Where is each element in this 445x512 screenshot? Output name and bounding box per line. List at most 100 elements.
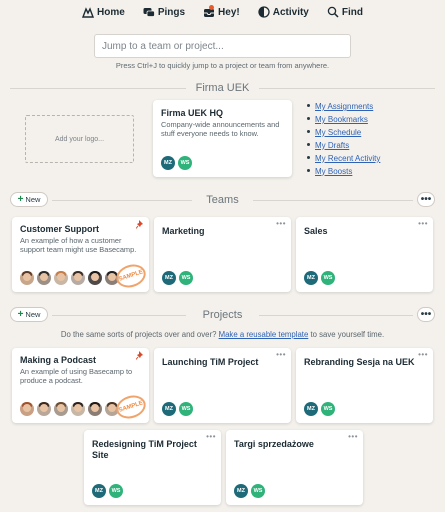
avatar[interactable]: WS bbox=[321, 402, 335, 416]
bullet bbox=[307, 143, 310, 147]
my-schedule-link[interactable]: My Schedule bbox=[315, 128, 361, 137]
card-menu-icon[interactable]: ••• bbox=[418, 219, 428, 228]
hq-title: Firma UEK HQ bbox=[161, 108, 224, 118]
card-avatars: MZ WS bbox=[304, 402, 335, 416]
pin-icon[interactable] bbox=[136, 220, 144, 229]
team-card-marketing[interactable]: ••• Marketing MZ WS bbox=[154, 217, 291, 292]
team-card-sales[interactable]: ••• Sales MZ WS bbox=[296, 217, 433, 292]
quick-link-item: My Assignments bbox=[307, 101, 380, 114]
search-icon bbox=[327, 6, 339, 18]
bullet bbox=[307, 168, 310, 172]
quick-link-item: My Schedule bbox=[307, 127, 380, 140]
jump-hint: Press Ctrl+J to quickly jump to a projec… bbox=[115, 61, 330, 70]
top-nav: Home Pings Hey! Activity Find bbox=[0, 4, 445, 20]
projects-more-button[interactable]: ••• bbox=[417, 307, 435, 322]
bullet bbox=[307, 130, 310, 134]
my-boosts-link[interactable]: My Boosts bbox=[315, 167, 352, 176]
card-avatars: MZ WS bbox=[234, 484, 265, 498]
card-title: Marketing bbox=[162, 226, 205, 236]
nav-home[interactable]: Home bbox=[82, 7, 125, 18]
nav-pings-label: Pings bbox=[157, 6, 186, 18]
team-card-customer-support[interactable]: Customer Support An example of how a cus… bbox=[12, 217, 149, 292]
avatar[interactable]: WS bbox=[179, 271, 193, 285]
hey-icon bbox=[203, 4, 215, 18]
avatar[interactable]: MZ bbox=[234, 484, 248, 498]
project-card-targi-sprzedazowe[interactable]: ••• Targi sprzedażowe MZ WS bbox=[226, 430, 363, 505]
hey-notification-dot bbox=[209, 4, 215, 10]
avatar[interactable]: WS bbox=[251, 484, 265, 498]
template-note: Do the same sorts of projects over and o… bbox=[0, 330, 445, 339]
avatar[interactable] bbox=[71, 402, 85, 416]
template-note-prefix: Do the same sorts of projects over and o… bbox=[60, 330, 217, 339]
card-title: Customer Support bbox=[20, 224, 100, 234]
avatar[interactable]: WS bbox=[178, 156, 192, 170]
more-icon: ••• bbox=[420, 193, 432, 205]
avatar[interactable]: WS bbox=[179, 402, 193, 416]
project-card-redesigning-tim-project-site[interactable]: ••• Redesigning TiM Project Site MZ WS bbox=[84, 430, 221, 505]
hq-avatars: MZ WS bbox=[161, 156, 192, 170]
avatar[interactable] bbox=[54, 271, 68, 285]
quick-link-item: My Drafts bbox=[307, 140, 380, 153]
card-avatars: MZ WS bbox=[162, 271, 193, 285]
card-title: Redesigning TiM Project Site bbox=[92, 439, 197, 460]
bullet bbox=[307, 156, 310, 160]
sample-stamp: SAMPLE bbox=[113, 391, 149, 423]
card-avatars: MZ WS bbox=[304, 271, 335, 285]
activity-icon bbox=[258, 6, 270, 18]
nav-activity-label: Activity bbox=[272, 6, 309, 18]
avatar[interactable] bbox=[20, 402, 34, 416]
my-assignments-link[interactable]: My Assignments bbox=[315, 102, 373, 111]
card-avatars bbox=[20, 402, 119, 416]
teams-more-button[interactable]: ••• bbox=[417, 192, 435, 207]
pin-icon[interactable] bbox=[136, 351, 144, 360]
card-menu-icon[interactable]: ••• bbox=[348, 432, 358, 441]
card-menu-icon[interactable]: ••• bbox=[276, 350, 286, 359]
avatar[interactable] bbox=[37, 271, 51, 285]
card-menu-icon[interactable]: ••• bbox=[206, 432, 216, 441]
add-logo-label: Add your logo... bbox=[54, 135, 105, 143]
my-drafts-link[interactable]: My Drafts bbox=[315, 141, 349, 150]
my-bookmarks-link[interactable]: My Bookmarks bbox=[315, 115, 368, 124]
bullet bbox=[307, 117, 310, 121]
card-title: Launching TiM Project bbox=[162, 357, 259, 367]
card-menu-icon[interactable]: ••• bbox=[276, 219, 286, 228]
home-icon bbox=[82, 6, 95, 18]
avatar[interactable]: MZ bbox=[304, 402, 318, 416]
avatar[interactable]: MZ bbox=[161, 156, 175, 170]
add-logo-placeholder[interactable]: Add your logo... bbox=[25, 115, 134, 163]
avatar[interactable]: MZ bbox=[162, 271, 176, 285]
avatar[interactable]: MZ bbox=[304, 271, 318, 285]
nav-pings[interactable]: Pings bbox=[143, 7, 185, 18]
avatar[interactable]: WS bbox=[109, 484, 123, 498]
jump-input[interactable] bbox=[94, 34, 351, 58]
project-card-launching-tim-project[interactable]: ••• Launching TiM Project MZ WS bbox=[154, 348, 291, 423]
avatar[interactable] bbox=[37, 402, 51, 416]
avatar[interactable]: MZ bbox=[92, 484, 106, 498]
hq-card[interactable]: Firma UEK HQ Company-wide announcements … bbox=[153, 100, 292, 177]
divider bbox=[253, 200, 413, 201]
project-card-rebranding-sesja-na-uek[interactable]: ••• Rebranding Sesja na UEK MZ WS bbox=[296, 348, 433, 423]
avatar[interactable] bbox=[71, 271, 85, 285]
nav-hey[interactable]: Hey! bbox=[203, 4, 240, 18]
card-title: Targi sprzedażowe bbox=[234, 439, 314, 449]
nav-home-label: Home bbox=[97, 6, 125, 18]
card-title: Sales bbox=[304, 226, 328, 236]
quick-link-item: My Bookmarks bbox=[307, 114, 380, 127]
card-menu-icon[interactable]: ••• bbox=[418, 350, 428, 359]
more-icon: ••• bbox=[420, 308, 432, 320]
nav-activity[interactable]: Activity bbox=[258, 6, 309, 18]
avatar[interactable] bbox=[88, 271, 102, 285]
project-card-making-a-podcast[interactable]: Making a Podcast An example of using Bas… bbox=[12, 348, 149, 423]
avatar[interactable] bbox=[54, 402, 68, 416]
avatar[interactable]: WS bbox=[321, 271, 335, 285]
nav-hey-label: Hey! bbox=[218, 6, 240, 18]
avatar[interactable] bbox=[20, 271, 34, 285]
avatar[interactable]: MZ bbox=[162, 402, 176, 416]
sample-stamp: SAMPLE bbox=[113, 260, 149, 292]
my-recent-activity-link[interactable]: My Recent Activity bbox=[315, 154, 380, 163]
avatar[interactable] bbox=[88, 402, 102, 416]
template-note-suffix: to save yourself time. bbox=[310, 330, 385, 339]
nav-find[interactable]: Find bbox=[327, 6, 363, 18]
card-title: Making a Podcast bbox=[20, 355, 97, 365]
make-template-link[interactable]: Make a reusable template bbox=[219, 330, 309, 339]
